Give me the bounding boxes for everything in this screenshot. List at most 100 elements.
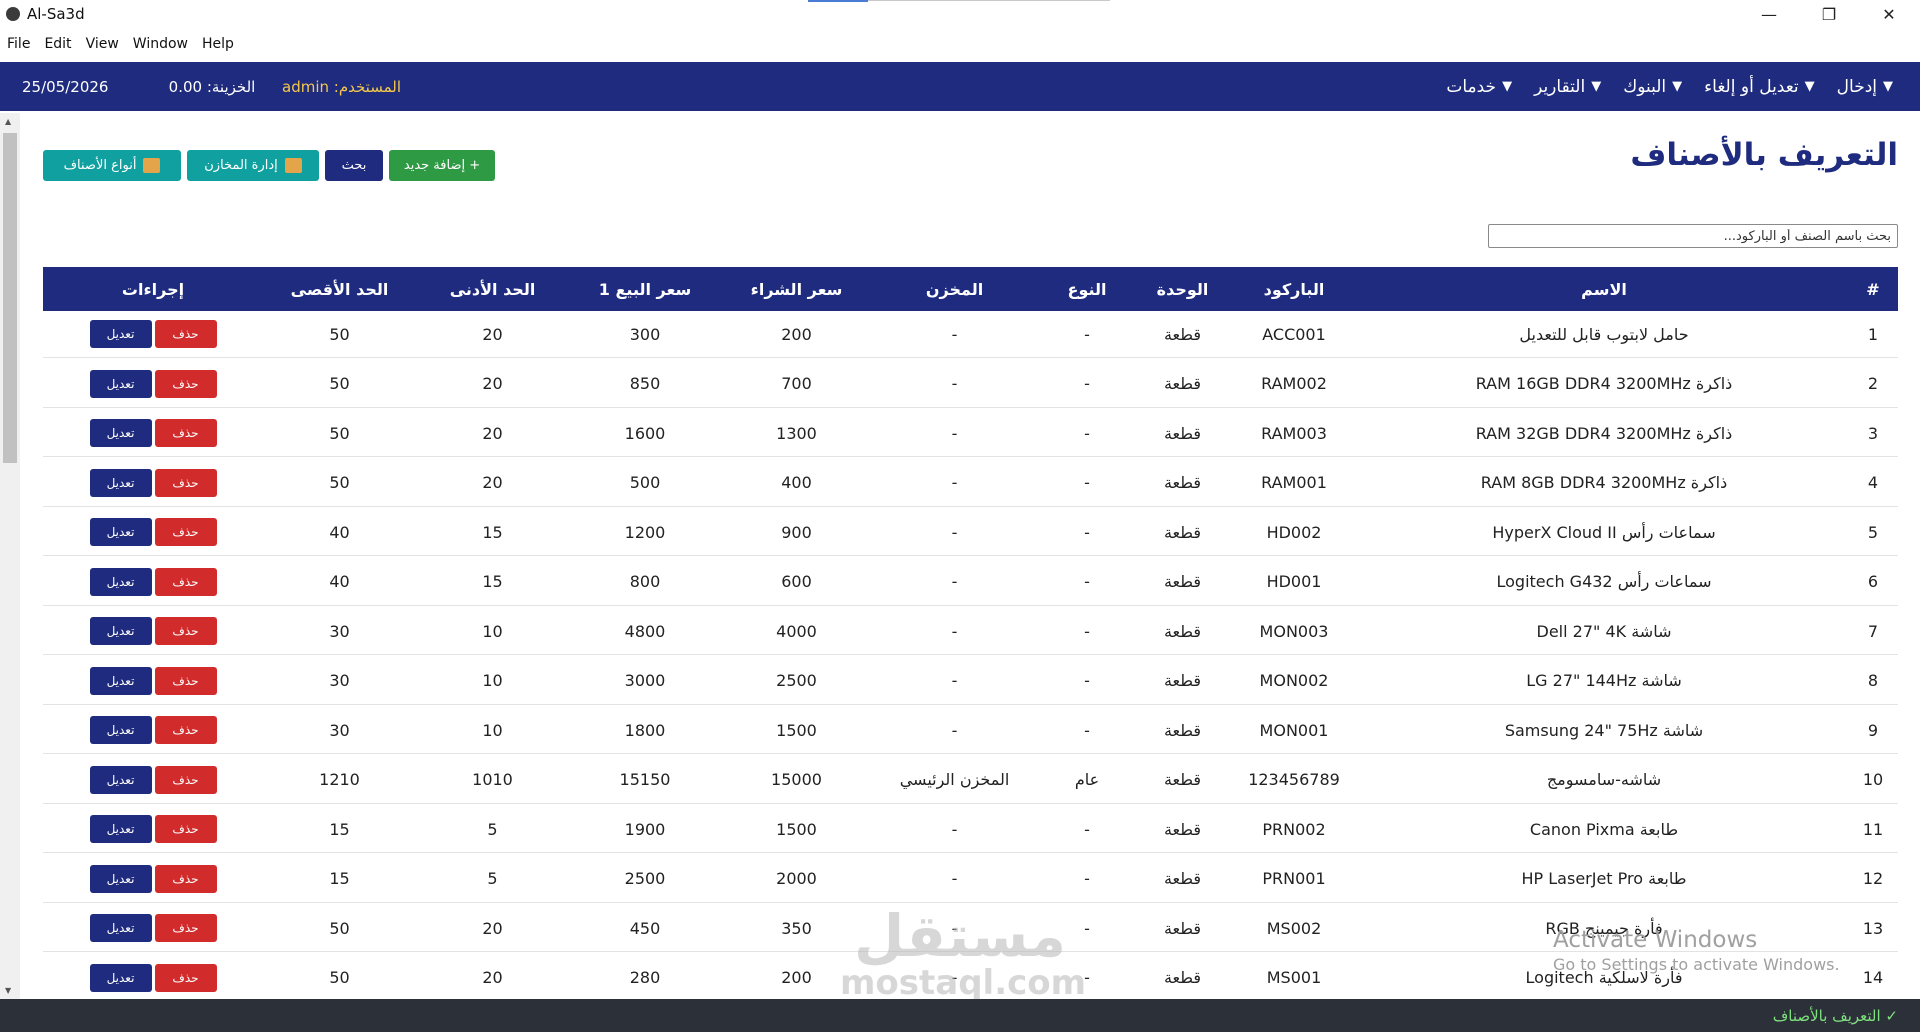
delete-button[interactable]: حذف [154,320,217,348]
menu-file[interactable]: File [0,31,37,57]
row-actions: حذف تعديل [43,806,263,852]
cell-sell-price: 280 [629,968,661,987]
status-message: ✓ التعريف بالأصناف [1772,1006,1898,1025]
cell-barcode: PRN001 [1262,869,1326,888]
cell-buy-price: 200 [781,968,812,987]
cell-index: 6 [1867,572,1879,591]
cell-type: - [1084,671,1090,690]
cell-index: 12 [1862,869,1884,888]
menu-view[interactable]: View [79,31,126,57]
header-actions: إجراءات [121,279,185,299]
header-index: # [1866,279,1880,299]
scroll-up-icon[interactable]: ▲ [5,117,11,126]
delete-button[interactable]: حذف [154,716,217,744]
dropdown-icon: ▼ [1672,79,1683,94]
cell-type: - [1084,324,1090,344]
cell-min-qty: 20 [482,324,503,344]
row-actions: حذف تعديل [43,955,263,1000]
search-button[interactable]: بحث [325,150,383,181]
cell-min-qty: 20 [482,374,503,393]
delete-button[interactable]: حذف [154,963,217,992]
edit-button[interactable]: تعديل [89,666,152,695]
cell-unit: قطعة [1163,720,1202,740]
item-types-button[interactable]: أنواع الأصناف [43,150,181,181]
cell-type: - [1084,918,1090,938]
cell-name: ذاكرة RAM 8GB DDR4 3200MHz [1480,473,1728,492]
edit-button[interactable]: تعديل [89,815,152,843]
cell-buy-price: 1500 [776,819,817,839]
delete-button[interactable]: حذف [154,765,217,794]
menu-edit[interactable]: Edit [37,31,78,57]
cell-index: 2 [1867,374,1879,393]
edit-button[interactable]: تعديل [89,369,152,398]
delete-button[interactable]: حذف [154,864,217,893]
delete-button[interactable]: حذف [154,419,217,447]
warehouses-button[interactable]: إدارة المخازن [187,150,319,181]
nav-item-edit-cancel[interactable]: ▼ تعديل أو إلغاء [1704,77,1814,97]
nav-item-banks[interactable]: ▼ البنوك [1623,77,1682,97]
dropdown-icon: ▼ [1591,79,1602,94]
nav-item-services[interactable]: ▼ خدمات [1446,77,1512,97]
cell-warehouse: - [951,522,958,542]
delete-button[interactable]: حذف [154,815,217,843]
scroll-thumb[interactable] [3,133,17,463]
delete-button[interactable]: حذف [154,518,217,546]
close-icon[interactable]: ✕ [1866,0,1912,29]
delete-button[interactable]: حذف [154,369,217,398]
cell-min-qty: 20 [482,968,503,987]
cell-index: 13 [1862,918,1884,938]
cell-sell-price: 300 [629,324,661,344]
edit-button[interactable]: تعديل [89,864,152,893]
cell-barcode: RAM003 [1261,423,1327,443]
delete-button[interactable]: حذف [154,617,217,645]
edit-button[interactable]: تعديل [89,320,152,348]
edit-button[interactable]: تعديل [89,914,152,942]
header-barcode: الباركود [1263,279,1325,299]
cell-sell-price: 1900 [624,819,666,839]
add-new-button[interactable]: + إضافة جديد [389,150,495,181]
cell-name: سماعات رأس HyperX Cloud II [1492,522,1716,542]
edit-button[interactable]: تعديل [89,567,152,596]
edit-button[interactable]: تعديل [89,617,152,645]
cell-min-qty: 1010 [472,770,513,789]
cell-max-qty: 30 [329,720,350,740]
table-row: 7 شاشة Dell 27" 4K MON003 قطعة - - 4000 4800 10 3… [43,608,1898,655]
menu-help[interactable]: Help [195,31,241,57]
table-row: 14 فأرة لاسلكية Logitech MS001 قطعة - - 200 280… [43,955,1898,1000]
table-header: # الاسم الباركود الوحدة النوع المخزن سعر… [43,267,1898,311]
edit-button[interactable]: تعديل [89,963,152,992]
nav-item-reports[interactable]: ▼ التقارير [1534,77,1601,97]
box-icon [143,158,161,173]
scroll-down-icon[interactable]: ▼ [5,986,11,995]
delete-button[interactable]: حذف [154,468,217,497]
delete-button[interactable]: حذف [154,914,217,942]
table-row: 9 شاشة Samsung 24" 75Hz MON001 قطعة - - 1500 18… [43,707,1898,754]
minimize-icon[interactable]: — [1746,0,1792,29]
dropdown-icon: ▼ [1883,79,1893,94]
menu-window[interactable]: Window [126,31,195,57]
edit-button[interactable]: تعديل [89,419,152,447]
cell-min-qty: 20 [482,473,503,492]
cell-sell-price: 450 [629,918,661,938]
restore-icon[interactable]: ❐ [1806,0,1852,29]
edit-button[interactable]: تعديل [89,765,152,794]
vertical-scrollbar[interactable]: ▲ ▼ [0,113,20,999]
cell-sell-price: 1200 [624,522,666,542]
cell-buy-price: 600 [781,572,812,591]
row-actions: حذف تعديل [43,509,263,555]
cell-index: 3 [1867,423,1879,443]
cell-min-qty: 20 [482,918,503,938]
delete-button[interactable]: حذف [154,666,217,695]
cell-name: ذاكرة RAM 32GB DDR4 3200MHz [1475,423,1733,443]
search-input[interactable] [1488,224,1898,248]
cell-barcode: 123456789 [1248,770,1340,789]
edit-button[interactable]: تعديل [89,716,152,744]
nav-item-entry[interactable]: ▼ إدخال [1837,77,1893,97]
row-actions: حذف تعديل [43,707,263,753]
cell-min-qty: 10 [482,671,503,690]
delete-button[interactable]: حذف [154,567,217,596]
cell-index: 1 [1867,324,1879,344]
edit-button[interactable]: تعديل [89,468,152,497]
current-user: المستخدم: admin [282,78,401,96]
edit-button[interactable]: تعديل [89,518,152,546]
